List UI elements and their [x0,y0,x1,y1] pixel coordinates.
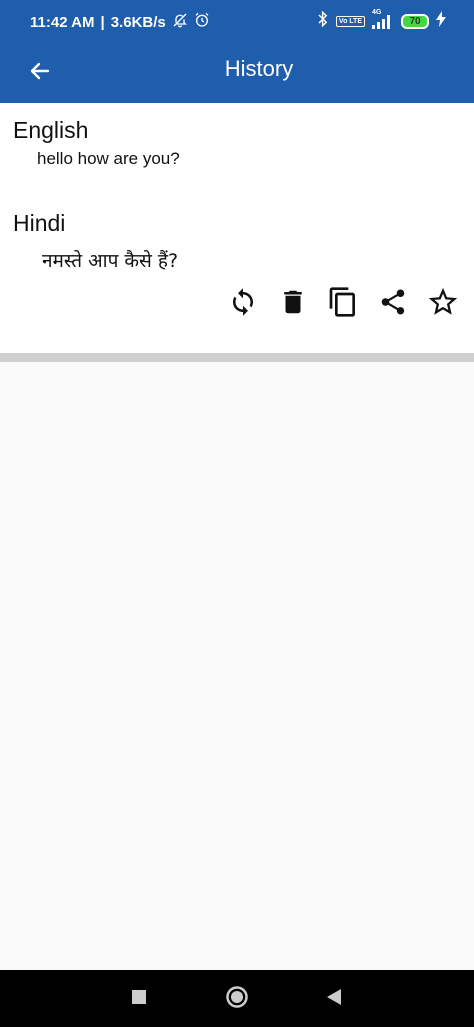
signal-icon: 4G [372,9,394,29]
page-title: History [224,56,294,81]
target-language-label: Hindi [13,210,66,236]
refresh-icon [228,287,258,321]
source-language-label: English [13,117,89,143]
source-text: hello how are you? [37,149,180,168]
copy-icon [327,286,359,322]
history-item-card[interactable]: English hello how are you? Hindi नमस्ते … [0,103,474,353]
star-outline-icon [426,285,460,323]
charging-icon [436,11,446,32]
app-bar: History [0,42,474,103]
target-text: नमस्ते आप कैसे हैं? [42,250,179,272]
refresh-button[interactable] [224,285,261,322]
trash-icon [278,287,308,321]
status-right: Vo LTE 4G 70 [317,9,446,32]
recents-button[interactable] [126,986,152,1012]
volte-badge: Vo LTE [335,16,365,27]
network-type-label: 4G [372,8,382,16]
square-icon [131,989,147,1009]
triangle-back-icon [326,988,342,1010]
share-button[interactable] [374,285,411,322]
status-time: 11:42 AM [30,13,95,31]
back-nav-button[interactable] [321,986,347,1012]
battery-indicator: 70 [401,14,429,29]
home-button[interactable] [224,986,250,1012]
status-bar: 11:42 AM | 3.6KB/s Vo LTE 4G 70 [0,0,474,42]
share-icon [378,287,408,321]
status-left: 11:42 AM | 3.6KB/s [30,12,210,32]
favorite-button[interactable] [424,285,461,322]
action-toolbar [224,285,461,322]
card-divider [0,353,474,362]
status-speed: 3.6KB/s [110,13,166,31]
dnd-off-icon [172,12,188,32]
status-separator: | [100,13,105,31]
system-nav-bar [0,970,474,1027]
bluetooth-icon [317,10,329,32]
alarm-icon [194,12,210,32]
delete-button[interactable] [274,285,311,322]
home-circle-icon [225,985,249,1013]
copy-button[interactable] [324,285,361,322]
